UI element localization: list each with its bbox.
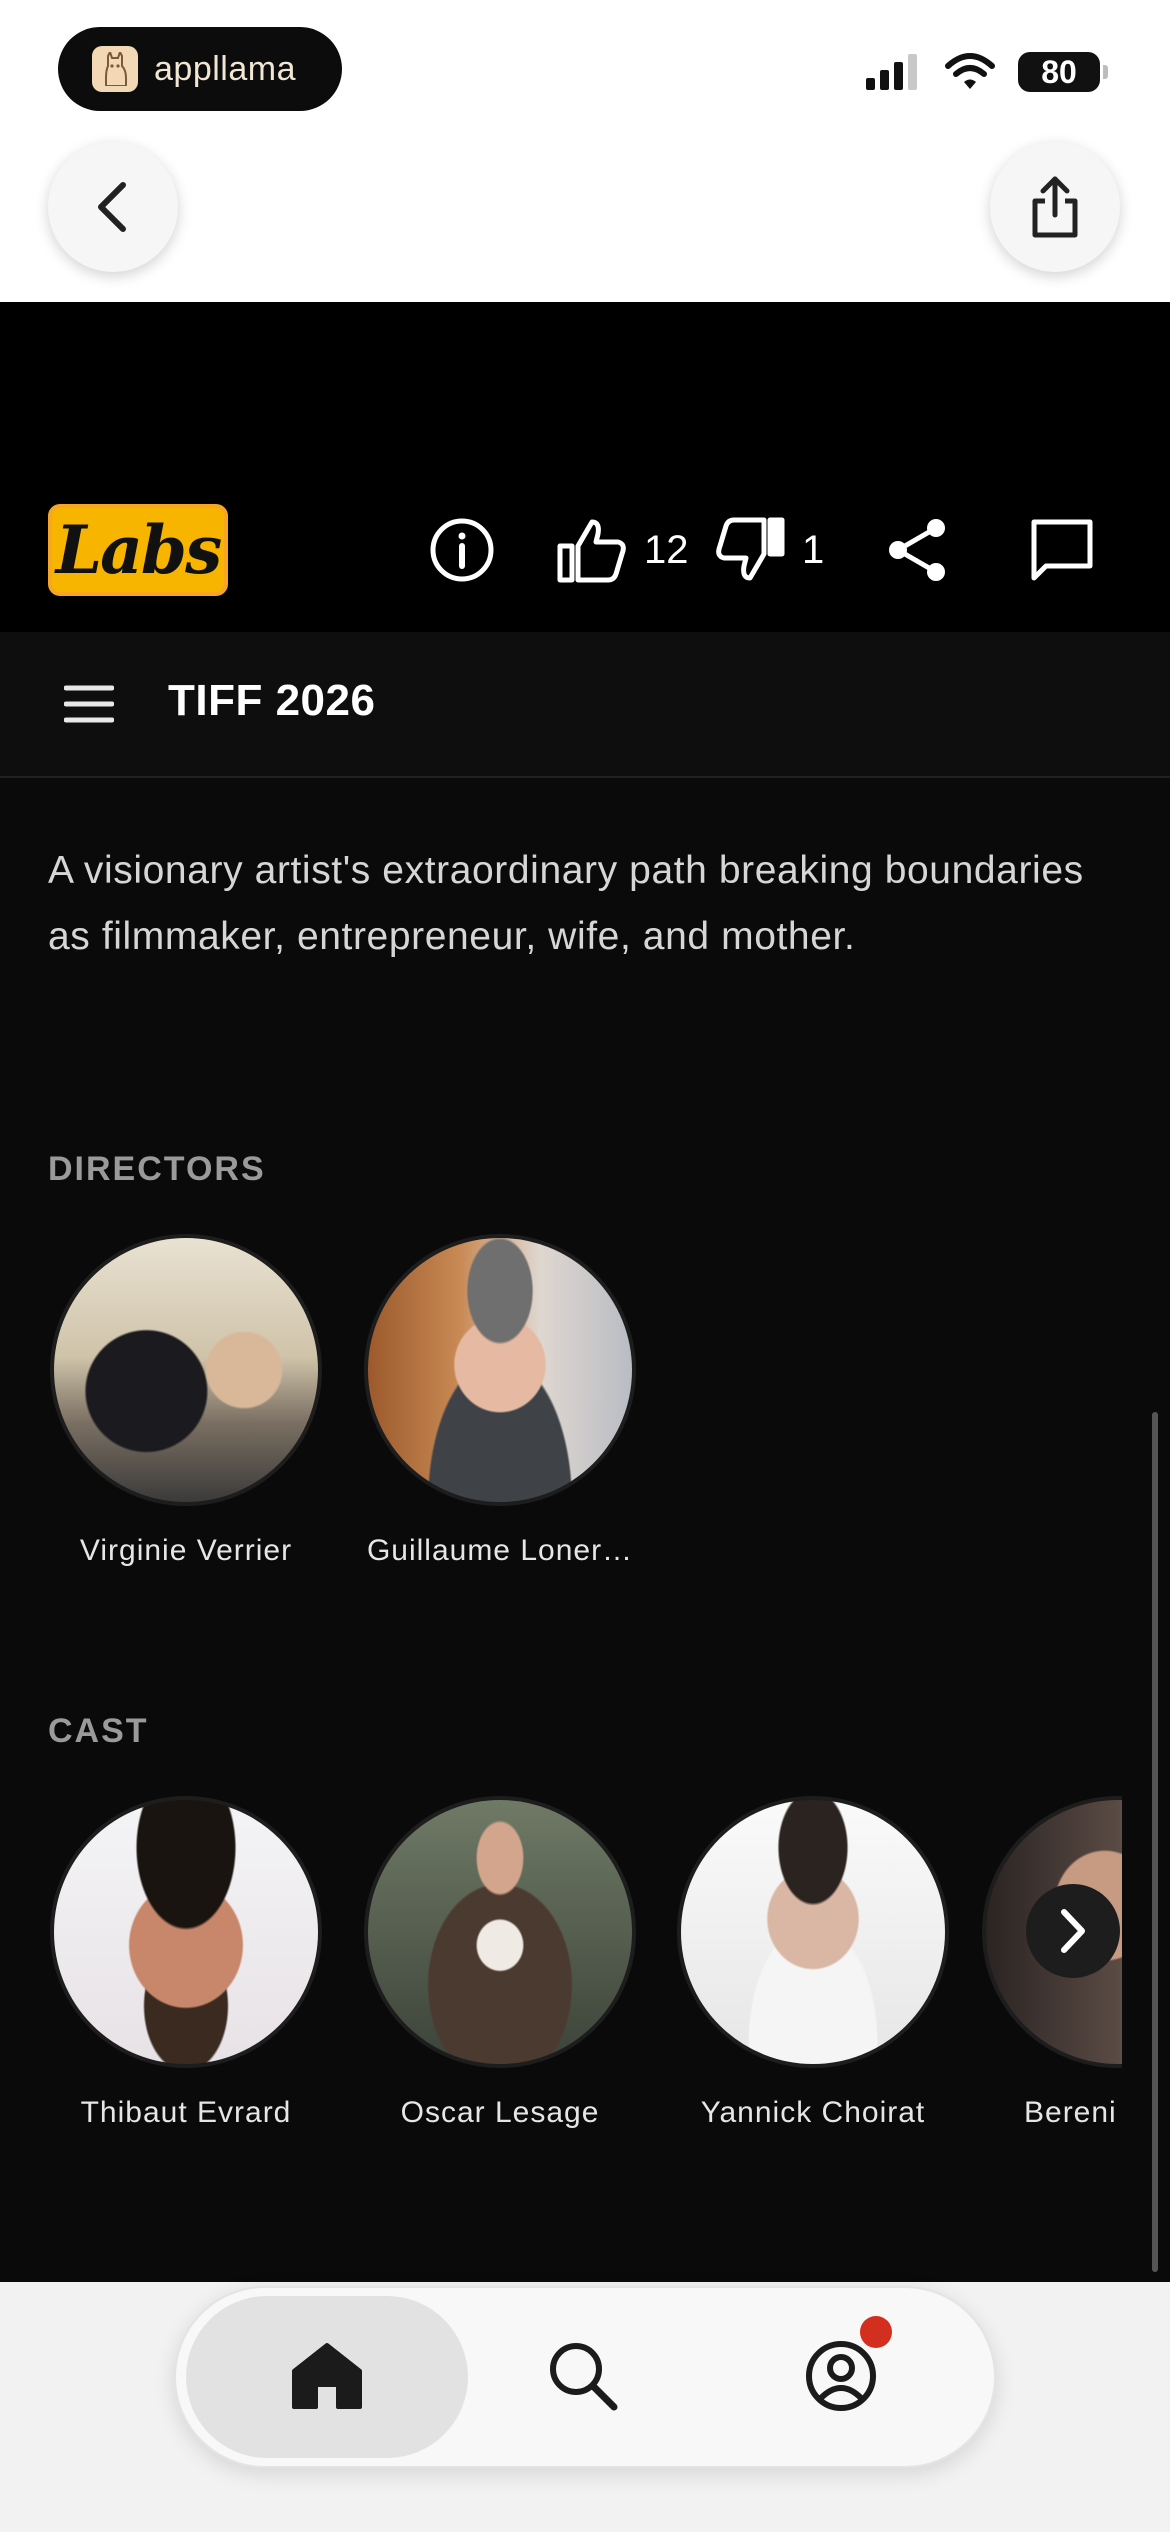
chevron-left-icon	[98, 182, 126, 232]
avatar	[364, 1796, 636, 2068]
like-count: 12	[644, 527, 689, 572]
thumbs-down-icon	[716, 517, 785, 581]
llama-logo-icon	[92, 46, 138, 92]
cast-card[interactable]: Oscar Lesage	[355, 1796, 645, 2130]
director-name: Guillaume Loner…	[366, 1534, 634, 1567]
directors-heading: DIRECTORS	[48, 1150, 266, 1188]
share-upload-icon	[1032, 176, 1078, 238]
hamburger-menu-icon[interactable]	[64, 682, 114, 726]
tab-search[interactable]	[533, 2326, 633, 2426]
avatar	[364, 1234, 636, 1506]
cast-card[interactable]: Yannick Choirat	[668, 1796, 958, 2130]
director-card[interactable]: Guillaume Loner…	[355, 1234, 645, 1568]
share-button[interactable]	[886, 505, 950, 595]
wifi-icon	[945, 53, 995, 89]
info-button[interactable]	[428, 505, 496, 595]
avatar	[677, 1796, 949, 2068]
thumbs-up-icon	[557, 519, 626, 583]
cast-name: Yannick Choirat	[700, 2096, 926, 2129]
back-button[interactable]	[48, 142, 178, 272]
like-button[interactable]: 12	[556, 505, 689, 595]
profile-icon	[806, 2341, 876, 2411]
search-icon	[550, 2343, 618, 2411]
app-indicator-pill[interactable]: appllama	[58, 27, 342, 111]
notification-badge	[860, 2316, 892, 2348]
share-nodes-icon	[889, 519, 945, 581]
avatar	[50, 1796, 322, 2068]
section-nav-bar: TIFF 2026	[0, 632, 1170, 778]
cast-card[interactable]: Thibaut Evrard	[41, 1796, 331, 2130]
comment-icon	[1031, 519, 1093, 581]
header-actions: 12 1	[0, 505, 1170, 595]
cast-name: Bereni	[1024, 2096, 1117, 2129]
share-sheet-button[interactable]	[990, 142, 1120, 272]
avatar	[50, 1234, 322, 1506]
info-icon	[430, 518, 494, 582]
chevron-right-icon	[1061, 1909, 1085, 1953]
film-description: A visionary artist's extraordinary path …	[48, 849, 1084, 958]
comments-button[interactable]	[1028, 505, 1096, 595]
cast-name: Thibaut Evrard	[80, 2096, 292, 2129]
battery-indicator: 80	[1018, 52, 1108, 92]
dislike-button[interactable]: 1	[714, 505, 824, 595]
director-name: Virginie Verrier	[79, 1534, 293, 1567]
cast-name: Oscar Lesage	[400, 2096, 600, 2129]
status-indicators: 80	[864, 52, 1108, 92]
tab-home[interactable]	[277, 2326, 377, 2426]
cast-heading: CAST	[48, 1712, 149, 1750]
cellular-signal-icon	[866, 54, 917, 90]
page-title: TIFF 2026	[168, 676, 376, 725]
director-card[interactable]: Virginie Verrier	[41, 1234, 331, 1568]
home-icon	[292, 2343, 362, 2409]
app-name: appllama	[154, 49, 296, 88]
scrollbar-thumb[interactable]	[1152, 1412, 1158, 2272]
cast-scroll-next-button[interactable]	[1026, 1884, 1120, 1978]
dislike-count: 1	[802, 527, 825, 572]
